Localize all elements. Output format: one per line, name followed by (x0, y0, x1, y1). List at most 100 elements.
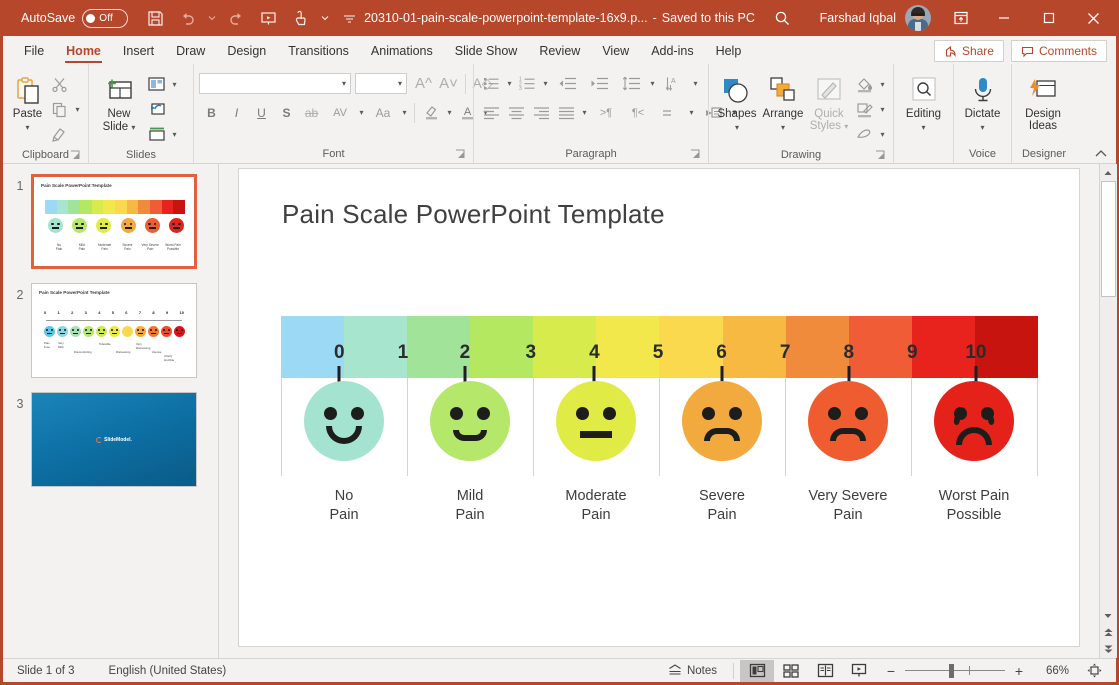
next-slide-icon[interactable] (1099, 641, 1117, 658)
zoom-out-button[interactable]: − (884, 663, 898, 679)
text-highlight-color-icon[interactable] (419, 101, 444, 124)
shape-fill-chevron-down-icon[interactable]: ▾ (877, 74, 888, 96)
character-spacing-chevron-down-icon[interactable]: ▾ (356, 102, 367, 124)
layout-chevron-down-icon[interactable]: ▾ (169, 74, 180, 96)
tab-insert[interactable]: Insert (112, 38, 165, 64)
rtl-text-direction-icon[interactable]: ¶< (622, 101, 654, 124)
zoom-in-button[interactable]: + (1012, 663, 1026, 679)
reset-icon[interactable] (144, 98, 169, 121)
touch-mode-chevron-down-icon[interactable] (317, 4, 332, 32)
tab-review[interactable]: Review (528, 38, 591, 64)
customize-quick-access-icon[interactable] (334, 4, 364, 32)
cut-icon[interactable] (47, 73, 72, 96)
undo-dropdown-chevron-down-icon[interactable] (204, 4, 219, 32)
slide-title[interactable]: Pain Scale PowerPoint Template (282, 199, 665, 230)
align-text-icon[interactable] (654, 101, 686, 124)
user-account[interactable]: Farshad Iqbal (820, 5, 931, 31)
save-icon[interactable] (140, 4, 170, 32)
tab-animations[interactable]: Animations (360, 38, 444, 64)
text-shadow-button[interactable]: S (274, 101, 299, 124)
paste-button[interactable]: Paste ▾ (8, 70, 47, 134)
decrease-font-size-icon[interactable]: A˅ (436, 72, 461, 95)
maximize-button[interactable] (1026, 0, 1071, 36)
text-direction-icon[interactable]: A (658, 72, 690, 95)
line-spacing-chevron-down-icon[interactable]: ▾ (647, 73, 658, 95)
font-size-chevron-down-icon[interactable]: ▾ (398, 79, 402, 88)
zoom-slider[interactable] (905, 663, 1005, 678)
font-dialog-launcher-icon[interactable] (455, 149, 466, 160)
scrollbar-track[interactable] (1099, 181, 1117, 607)
scroll-down-arrow-icon[interactable] (1099, 607, 1117, 624)
drawing-dialog-launcher-icon[interactable] (875, 150, 886, 161)
slide-thumbnail-3[interactable]: SlideModel. (31, 392, 197, 487)
zoom-slider-handle[interactable] (949, 663, 954, 678)
arrange-button[interactable]: Arrange ▾ (760, 70, 806, 134)
reading-view-button[interactable] (808, 660, 842, 682)
justify-icon[interactable] (554, 101, 579, 124)
shape-outline-icon[interactable] (852, 98, 877, 121)
slide-thumbnails-panel[interactable]: 1 Pain Scale PowerPoint Template No Pain… (3, 164, 219, 658)
text-direction-chevron-down-icon[interactable]: ▾ (690, 73, 701, 95)
shapes-button[interactable]: Shapes ▾ (714, 70, 760, 134)
fit-slide-to-window-button[interactable] (1082, 660, 1106, 682)
language-indicator[interactable]: English (United States) (109, 665, 227, 677)
tab-add-ins[interactable]: Add-ins (640, 38, 704, 64)
decrease-indent-icon[interactable] (551, 72, 583, 95)
dictate-button[interactable]: Dictate ▾ (959, 70, 1006, 134)
redo-icon[interactable] (221, 4, 251, 32)
slide-sorter-view-button[interactable] (774, 660, 808, 682)
start-from-beginning-icon[interactable] (253, 4, 283, 32)
italic-button[interactable]: I (224, 101, 249, 124)
highlight-chevron-down-icon[interactable]: ▾ (444, 102, 455, 124)
numbering-chevron-down-icon[interactable]: ▾ (540, 73, 551, 95)
layout-icon[interactable] (144, 73, 169, 96)
strikethrough-button[interactable]: ab (299, 101, 324, 124)
slide-thumbnail-2[interactable]: Pain Scale PowerPoint Template 012345678… (31, 283, 197, 378)
editing-button[interactable]: Editing ▾ (899, 70, 948, 134)
change-case-chevron-down-icon[interactable]: ▾ (399, 102, 410, 124)
tab-transitions[interactable]: Transitions (277, 38, 360, 64)
slide-canvas[interactable]: Pain Scale PowerPoint Template 0 1 2 3 4… (239, 169, 1079, 646)
underline-button[interactable]: U (249, 101, 274, 124)
search-icon[interactable] (766, 3, 800, 33)
format-painter-icon[interactable] (47, 123, 72, 146)
thumbnail-row-3[interactable]: 3 SlideModel. (3, 392, 218, 487)
tab-draw[interactable]: Draw (165, 38, 216, 64)
line-spacing-icon[interactable] (615, 72, 647, 95)
numbering-icon[interactable]: 123 (515, 72, 540, 95)
slide-thumbnail-1[interactable]: Pain Scale PowerPoint Template No Pain Mil… (31, 174, 197, 269)
tab-design[interactable]: Design (216, 38, 277, 64)
section-icon[interactable] (144, 123, 169, 146)
clipboard-dialog-launcher-icon[interactable] (70, 150, 81, 161)
slide-show-button[interactable] (842, 660, 876, 682)
comments-button[interactable]: Comments (1010, 40, 1107, 62)
minimize-button[interactable] (981, 0, 1026, 36)
ltr-text-direction-icon[interactable]: >¶ (590, 101, 622, 124)
align-right-icon[interactable] (529, 101, 554, 124)
scrollbar-thumb[interactable] (1100, 181, 1116, 297)
tab-home[interactable]: Home (55, 38, 112, 64)
increase-indent-icon[interactable] (583, 72, 615, 95)
ribbon-display-options-icon[interactable] (941, 2, 981, 34)
notes-button[interactable]: Notes (658, 660, 727, 682)
touch-mode-icon[interactable] (285, 4, 315, 32)
zoom-level[interactable]: 66% (1033, 665, 1069, 677)
tab-slide-show[interactable]: Slide Show (444, 38, 529, 64)
avatar[interactable] (905, 5, 931, 31)
scroll-up-arrow-icon[interactable] (1099, 164, 1117, 181)
align-left-icon[interactable] (479, 101, 504, 124)
copy-chevron-down-icon[interactable]: ▾ (72, 99, 83, 121)
undo-icon[interactable] (172, 4, 202, 32)
increase-font-size-icon[interactable]: A^ (411, 72, 436, 95)
change-case-button[interactable]: Aa (367, 101, 399, 124)
paragraph-dialog-launcher-icon[interactable] (690, 149, 701, 160)
autosave-control[interactable]: AutoSave Off (21, 8, 129, 28)
collapse-ribbon-button[interactable] (1092, 145, 1110, 161)
vertical-scrollbar[interactable] (1099, 164, 1117, 658)
share-button[interactable]: Share (933, 40, 1004, 62)
design-ideas-button[interactable]: Design Ideas (1017, 70, 1069, 132)
section-chevron-down-icon[interactable]: ▾ (169, 124, 180, 146)
previous-slide-icon[interactable] (1099, 624, 1117, 641)
thumbnail-row-2[interactable]: 2 Pain Scale PowerPoint Template 0123456… (3, 283, 218, 378)
shape-fill-icon[interactable] (852, 73, 877, 96)
